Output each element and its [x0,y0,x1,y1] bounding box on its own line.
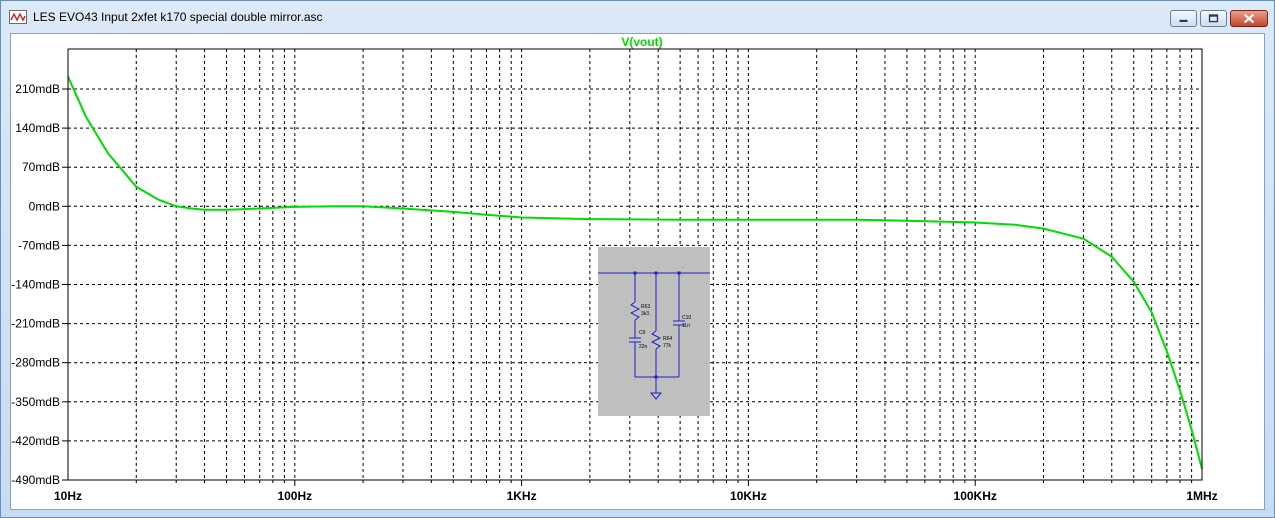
y-tick-label: -350mdB [11,395,60,409]
trace-label-vout[interactable]: V(vout) [621,35,662,49]
maximize-icon [1208,14,1219,23]
close-button[interactable] [1230,10,1268,27]
label-r64: R64 [663,336,672,342]
x-tick-label: 10Hz [54,489,82,503]
minimize-icon [1179,19,1188,23]
y-tick-label: 0mdB [29,199,60,213]
window-title: LES EVO43 Input 2xfet k170 special doubl… [33,10,323,24]
x-tick-label: 10KHz [730,489,767,503]
y-tick-label: -210mdB [11,317,60,331]
y-tick-label: -280mdB [11,356,60,370]
ltspice-waveform-icon [9,10,27,24]
value-c9: 22n [639,344,648,350]
bode-plot[interactable]: 210mdB 140mdB 70mdB 0mdB -70mdB -140mdB -210md… [11,34,1264,509]
maximize-button[interactable] [1200,10,1227,27]
label-r63: R63 [641,304,650,310]
x-tick-label: 100Hz [277,489,312,503]
app-window: LES EVO43 Input 2xfet k170 special doubl… [0,0,1275,518]
value-r64: 77k [663,343,672,349]
title-bar[interactable]: LES EVO43 Input 2xfet k170 special doubl… [1,1,1274,33]
y-tick-label: 210mdB [15,82,60,96]
y-tick-label: -140mdB [11,278,60,292]
waveform-plot-pane[interactable]: 210mdB 140mdB 70mdB 0mdB -70mdB -140mdB -210md… [10,33,1265,510]
y-tick-label: -70mdB [18,238,60,252]
y-tick-label: 140mdB [15,121,60,135]
x-axis-labels: 10Hz 100Hz 1KHz 10KHz 100KHz 1MHz [54,489,1218,503]
value-c10: 11n [682,323,690,329]
y-axis-labels: 210mdB 140mdB 70mdB 0mdB -70mdB -140mdB -210md… [11,82,60,487]
y-tick-label: -490mdB [11,473,60,487]
label-c10: C10 [682,315,691,321]
close-icon [1243,13,1255,24]
schematic-inset: R63 3k3 C9 22n R64 77k C10 11n [598,247,710,416]
y-tick-label: -420mdB [11,434,60,448]
x-tick-label: 1KHz [507,489,537,503]
x-tick-label: 100KHz [954,489,997,503]
x-tick-label: 1MHz [1186,489,1217,503]
minimize-button[interactable] [1170,10,1197,27]
label-c9: C9 [639,330,646,336]
value-r63: 3k3 [641,311,649,317]
y-tick-label: 70mdB [22,160,60,174]
